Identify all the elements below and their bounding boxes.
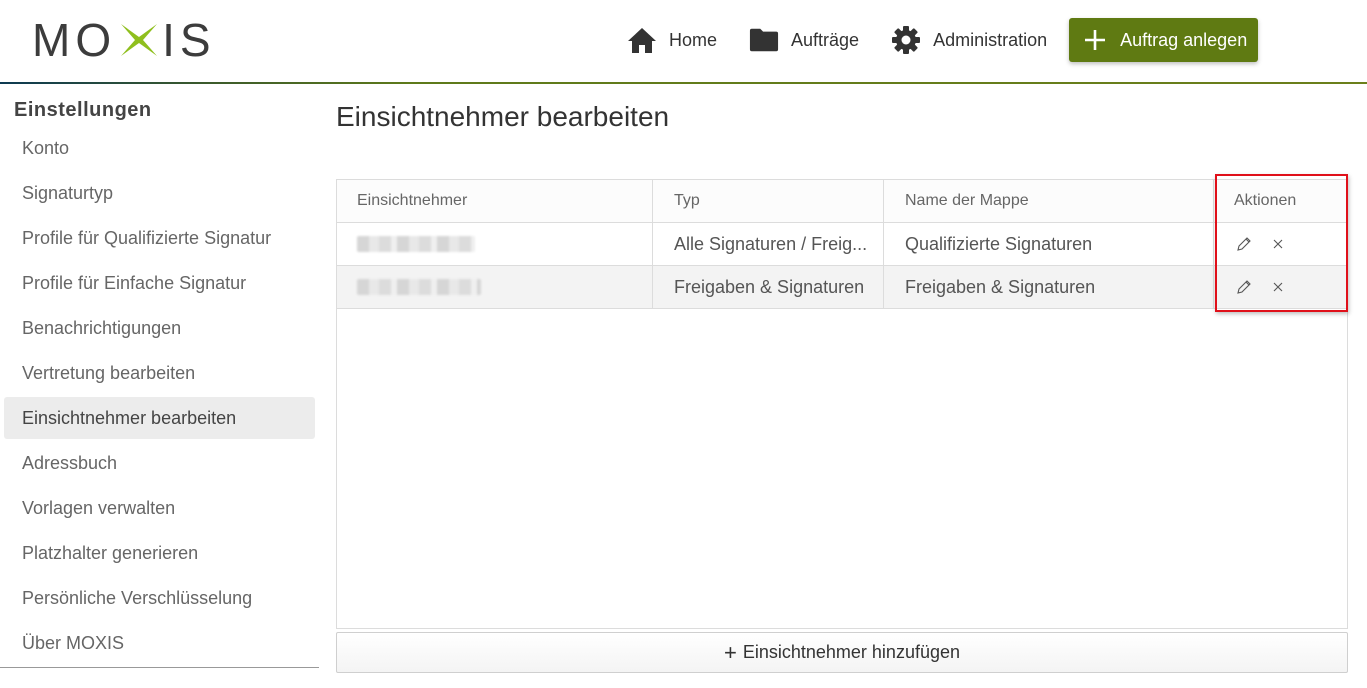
viewers-table: Einsichtnehmer Typ Name der Mappe Aktion… xyxy=(336,179,1348,629)
table-row[interactable]: Alle Signaturen / Freig... Qualifizierte… xyxy=(337,223,1347,266)
sidebar-item-platzhalter[interactable]: Platzhalter generieren xyxy=(4,531,315,576)
cell-mappe: Freigaben & Signaturen xyxy=(884,266,1214,308)
nav-administration-label: Administration xyxy=(933,29,1048,50)
cell-mappe: Qualifizierte Signaturen xyxy=(884,223,1214,265)
sidebar-item-profile-qualifiziert[interactable]: Profile für Qualifizierte Signatur xyxy=(4,216,315,261)
sidebar-item-einsichtnehmer[interactable]: Einsichtnehmer bearbeiten xyxy=(4,397,315,439)
cell-actions xyxy=(1214,266,1347,308)
app-header: MO IS Home Aufträge Administration Auftr… xyxy=(0,0,1367,82)
column-header-typ[interactable]: Typ xyxy=(653,180,884,222)
redacted-name xyxy=(357,236,475,252)
create-order-button[interactable]: Auftrag anlegen xyxy=(1069,18,1259,62)
create-order-label: Auftrag anlegen xyxy=(1120,29,1248,50)
nav-auftraege[interactable]: Aufträge xyxy=(749,25,859,55)
nav-home[interactable]: Home xyxy=(627,25,717,55)
plus-icon: + xyxy=(724,639,737,665)
sidebar-item-vorlagen[interactable]: Vorlagen verwalten xyxy=(4,486,315,531)
sidebar-item-adressbuch[interactable]: Adressbuch xyxy=(4,441,315,486)
folder-icon xyxy=(749,25,779,55)
cell-einsichtnehmer xyxy=(337,223,653,265)
sidebar-item-verschluesselung[interactable]: Persönliche Verschlüsselung xyxy=(4,576,315,621)
sidebar-item-vertretung[interactable]: Vertretung bearbeiten xyxy=(4,351,315,396)
logo-text-right: IS xyxy=(162,14,216,66)
logo-x-icon xyxy=(121,24,158,56)
redacted-name xyxy=(357,279,481,295)
edit-icon[interactable] xyxy=(1234,234,1254,254)
sidebar-divider xyxy=(0,667,319,668)
sidebar-item-ueber-moxis[interactable]: Über MOXIS xyxy=(4,621,315,666)
header-divider xyxy=(0,82,1367,84)
add-viewer-button[interactable]: + Einsichtnehmer hinzufügen xyxy=(336,632,1348,673)
moxis-logo[interactable]: MO IS xyxy=(32,16,216,64)
cell-actions xyxy=(1214,223,1347,265)
column-header-mappe[interactable]: Name der Mappe xyxy=(884,180,1214,222)
sidebar-item-signaturtyp[interactable]: Signaturtyp xyxy=(4,171,315,216)
nav-administration[interactable]: Administration xyxy=(891,25,1047,55)
home-icon xyxy=(627,25,657,55)
table-row[interactable]: Freigaben & Signaturen Freigaben & Signa… xyxy=(337,266,1347,309)
nav-home-label: Home xyxy=(669,29,718,50)
main-nav: Home Aufträge Administration Auftrag anl… xyxy=(627,18,1259,62)
plus-icon xyxy=(1082,27,1108,53)
table-header-row: Einsichtnehmer Typ Name der Mappe Aktion… xyxy=(337,180,1347,223)
column-header-aktionen: Aktionen xyxy=(1234,192,1297,209)
sidebar-list: Konto Signaturtyp Profile für Qualifizie… xyxy=(4,126,315,666)
delete-icon[interactable] xyxy=(1268,234,1288,254)
column-header-einsichtnehmer[interactable]: Einsichtnehmer xyxy=(337,180,653,222)
sidebar-item-benachrichtigungen[interactable]: Benachrichtigungen xyxy=(4,306,315,351)
add-viewer-label: Einsichtnehmer hinzufügen xyxy=(742,642,960,662)
cell-typ: Alle Signaturen / Freig... xyxy=(653,223,884,265)
nav-auftraege-label: Aufträge xyxy=(791,29,860,50)
sidebar-item-profile-einfach[interactable]: Profile für Einfache Signatur xyxy=(4,261,315,306)
gear-icon xyxy=(891,25,921,55)
cell-einsichtnehmer xyxy=(337,266,653,308)
delete-icon[interactable] xyxy=(1268,277,1288,297)
cell-typ: Freigaben & Signaturen xyxy=(653,266,884,308)
sidebar-item-konto[interactable]: Konto xyxy=(4,126,315,171)
edit-icon[interactable] xyxy=(1234,277,1254,297)
sidebar-title: Einstellungen xyxy=(14,99,152,121)
logo-text-left: MO xyxy=(32,14,117,66)
page-title: Einsichtnehmer bearbeiten xyxy=(336,101,670,132)
